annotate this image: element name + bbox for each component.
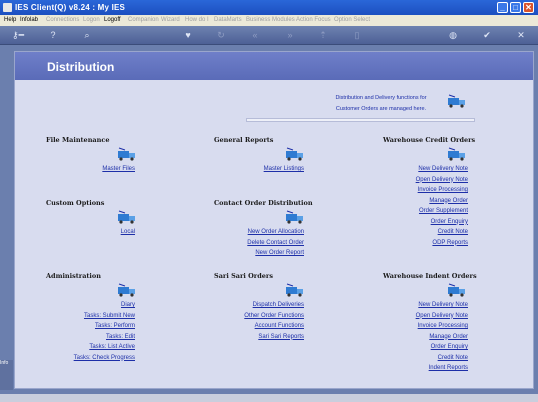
link-indent-reports[interactable]: Indent Reports: [429, 365, 468, 371]
link-odp-reports[interactable]: ODP Reports: [432, 240, 468, 246]
link-tasks-submit-new[interactable]: Tasks: Submit New: [84, 313, 135, 319]
rewind-icon[interactable]: «: [250, 30, 260, 40]
link-indent-order-enquiry[interactable]: Order Enquiry: [431, 344, 468, 350]
section-title-contact-order-distribution: Contact Order Distribution: [214, 199, 313, 207]
page-icon[interactable]: ▯: [352, 30, 362, 40]
link-manage-order[interactable]: Manage Order: [429, 198, 468, 204]
link-indent-invoice-processing[interactable]: Invoice Processing: [418, 323, 468, 329]
section-title-warehouse-indent-orders: Warehouse Indent Orders: [383, 272, 477, 280]
heart-icon[interactable]: ♥: [183, 30, 193, 40]
link-open-delivery-note[interactable]: Open Delivery Note: [416, 177, 468, 183]
link-master-listings[interactable]: Master Listings: [264, 166, 304, 172]
link-account-functions[interactable]: Account Functions: [255, 323, 304, 329]
key-icon[interactable]: ⚷━: [8, 30, 28, 40]
delivery-truck-icon: [118, 210, 135, 224]
link-tasks-list-active[interactable]: Tasks: List Active: [89, 344, 135, 350]
delivery-truck-icon: [448, 147, 465, 161]
panel-header: Distribution: [15, 52, 533, 80]
menu-how-do-i[interactable]: How do I: [185, 17, 209, 23]
help-icon[interactable]: ?: [48, 30, 58, 40]
link-order-supplement[interactable]: Order Supplement: [419, 208, 468, 214]
status-bar: [0, 394, 538, 402]
link-indent-open-delivery-note[interactable]: Open Delivery Note: [416, 313, 468, 319]
section-title-general-reports: General Reports: [214, 136, 274, 144]
menu-business-modules[interactable]: Business Modules: [246, 17, 295, 23]
delivery-truck-icon: [118, 283, 135, 297]
intro-divider: [246, 118, 475, 122]
section-title-sari-sari-orders: Sari Sari Orders: [214, 272, 273, 280]
link-local[interactable]: Local: [121, 229, 135, 235]
close-icon[interactable]: ✕: [516, 30, 526, 40]
link-indent-new-delivery-note[interactable]: New Delivery Note: [418, 302, 468, 308]
link-new-order-report[interactable]: New Order Report: [255, 250, 304, 256]
menu-bar: Help Infolab Connections Logon Logoff Co…: [0, 15, 538, 26]
delivery-truck-icon: [286, 210, 303, 224]
link-invoice-processing[interactable]: Invoice Processing: [418, 187, 468, 193]
link-order-enquiry[interactable]: Order Enquiry: [431, 219, 468, 225]
link-delete-contact-order[interactable]: Delete Contact Order: [247, 240, 304, 246]
menu-action-focus[interactable]: Action Focus: [296, 17, 331, 23]
link-other-order-functions[interactable]: Other Order Functions: [244, 313, 304, 319]
maximize-button[interactable]: □: [510, 2, 521, 13]
intro-line-1: Distribution and Delivery functions for: [335, 95, 427, 101]
cursor-icon[interactable]: ⇡: [318, 30, 328, 40]
link-master-files[interactable]: Master Files: [102, 166, 135, 172]
menu-connections[interactable]: Connections: [46, 17, 79, 23]
toolbar: ⚷━ ? ⌕ ♥ ↻ « » ⇡ ▯ ◍ ✔ ✕: [0, 26, 538, 45]
distribution-panel: Distribution Distribution and Delivery f…: [14, 51, 534, 389]
window-titlebar: IES Client(Q) v8.24 : My IES _ □ ✕: [0, 0, 538, 15]
menu-wizard[interactable]: Wizard: [161, 17, 180, 23]
delivery-truck-icon: [448, 283, 465, 297]
intro-line-2: Customer Orders are managed here.: [335, 106, 427, 112]
side-panel-fragment: Info: [0, 360, 13, 390]
intro-text: Distribution and Delivery functions for …: [311, 93, 451, 115]
link-sari-sari-reports[interactable]: Sari Sari Reports: [258, 334, 304, 340]
refresh-icon[interactable]: ↻: [216, 30, 226, 40]
menu-datamarts[interactable]: DataMarts: [214, 17, 242, 23]
menu-option-select[interactable]: Option Select: [334, 17, 370, 23]
close-window-button[interactable]: ✕: [523, 2, 534, 13]
delivery-truck-icon: [118, 147, 135, 161]
delivery-truck-icon: [286, 147, 303, 161]
link-dispatch-deliveries[interactable]: Dispatch Deliveries: [253, 302, 304, 308]
forward-icon[interactable]: »: [285, 30, 295, 40]
link-credit-note[interactable]: Credit Note: [438, 229, 468, 235]
app-icon: [3, 3, 12, 12]
link-new-order-allocation[interactable]: New Order Allocation: [248, 229, 304, 235]
link-diary[interactable]: Diary: [121, 302, 135, 308]
menu-help[interactable]: Help: [4, 17, 16, 23]
link-indent-credit-note[interactable]: Credit Note: [438, 355, 468, 361]
minimize-button[interactable]: _: [497, 2, 508, 13]
menu-logoff[interactable]: Logoff: [104, 17, 121, 23]
globe-icon[interactable]: ◍: [448, 30, 458, 40]
window-title: IES Client(Q) v8.24 : My IES: [15, 3, 126, 12]
section-title-file-maintenance: File Maintenance: [46, 136, 110, 144]
link-tasks-check-progress[interactable]: Tasks: Check Progress: [74, 355, 135, 361]
menu-infolab[interactable]: Infolab: [20, 17, 38, 23]
link-indent-manage-order[interactable]: Manage Order: [429, 334, 468, 340]
section-title-custom-options: Custom Options: [46, 199, 105, 207]
menu-companion[interactable]: Companion: [128, 17, 159, 23]
menu-logon[interactable]: Logon: [83, 17, 100, 23]
delivery-truck-icon: [286, 283, 303, 297]
link-tasks-perform[interactable]: Tasks: Perform: [95, 323, 135, 329]
check-icon[interactable]: ✔: [482, 30, 492, 40]
page-title: Distribution: [47, 60, 115, 74]
link-tasks-edit[interactable]: Tasks: Edit: [106, 334, 135, 340]
link-new-delivery-note[interactable]: New Delivery Note: [418, 166, 468, 172]
section-title-administration: Administration: [46, 272, 101, 280]
section-title-warehouse-credit-orders: Warehouse Credit Orders: [383, 136, 476, 144]
delivery-truck-icon: [448, 94, 465, 108]
side-fragment-text: Info: [0, 360, 9, 366]
search-icon[interactable]: ⌕: [82, 30, 92, 40]
